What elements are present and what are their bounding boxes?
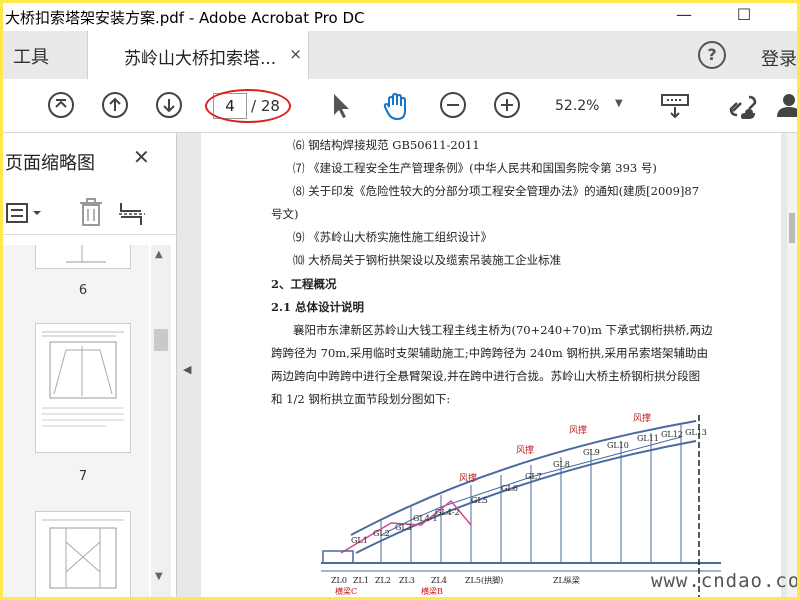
watermark-text: www.cndao.com	[651, 570, 797, 592]
thumbnail-list: 6 7	[3, 245, 149, 597]
segment-label: GL9	[583, 448, 600, 457]
tab-document[interactable]: 苏岭山大桥扣索塔... ×	[87, 31, 309, 79]
sidebar-scroll-thumb[interactable]	[154, 329, 168, 351]
doc-line: ⑻ 关于印发《危险性较大的分部分项工程安全管理办法》的通知(建质[2009]87	[293, 184, 700, 198]
sidebar-title: 页面缩略图	[5, 153, 95, 174]
doc-line: 跨跨径为 70m,采用临时支架辅助施工;中跨跨径为 240m 钢桁拱,采用吊索塔…	[271, 346, 709, 360]
zoom-dropdown-icon[interactable]: ▼	[615, 98, 623, 109]
first-page-icon[interactable]	[47, 91, 75, 119]
page-cut-icon[interactable]	[117, 199, 147, 229]
sidebar-toolbar	[3, 193, 177, 235]
tab-tools[interactable]: 工具	[3, 31, 87, 79]
zoom-level[interactable]: 52.2%	[555, 98, 599, 114]
tab-document-label: 苏岭山大桥扣索塔...	[124, 49, 277, 69]
beam-label: ZL2	[375, 576, 391, 585]
zoom-out-icon[interactable]	[439, 91, 467, 119]
trash-icon[interactable]	[77, 197, 105, 229]
segment-label: GL3	[395, 523, 412, 532]
close-tab-icon[interactable]: ×	[289, 45, 302, 63]
beam-label: ZL0	[331, 576, 347, 585]
login-button[interactable]: 登录	[761, 45, 797, 71]
doc-line: ⑼ 《苏岭山大桥实施性施工组织设计》	[293, 230, 493, 244]
minimize-button[interactable]: —	[661, 3, 707, 31]
scroll-down-icon[interactable]: ▼	[155, 571, 163, 582]
document-scroll-thumb[interactable]	[789, 213, 795, 243]
segment-label: GL6	[501, 484, 518, 493]
doc-line: ⑹ 钢结构焊接规范 GB50611-2011	[293, 138, 480, 152]
diagram-label: 风撑	[569, 424, 587, 436]
segment-label: GL4-2	[435, 508, 460, 517]
beam-label: ZL纵梁	[553, 576, 580, 585]
tab-bar: 工具 苏岭山大桥扣索塔... × ? 登录	[3, 31, 797, 79]
prev-page-icon[interactable]	[101, 91, 129, 119]
segment-label: GL8	[553, 460, 570, 469]
document-area: ⑹ 钢结构焊接规范 GB50611-2011 ⑺ 《建设工程安全生产管理条例》(…	[199, 133, 797, 597]
toolbar: 4 / 28 52.2% ▼	[3, 79, 797, 133]
arch-elevation-diagram: 风撑 风撑 风撑 风撑 GL1 GL2 GL3 GL4-1 GL4-2 GL5 …	[321, 412, 721, 597]
doc-line: 两边跨向中跨跨中进行全悬臂架设,并在跨中进行合拢。苏岭山大桥主桥钢桁拱分段图	[271, 369, 701, 383]
hand-tool-icon[interactable]	[381, 91, 413, 123]
maximize-button[interactable]: ☐	[721, 3, 767, 31]
thumbnail-sidebar: 页面缩略图 ✕ 6 7 ▲ ▼	[3, 133, 177, 597]
select-cursor-icon[interactable]	[329, 91, 353, 121]
segment-label: GL4-1	[413, 514, 438, 523]
crossbeam-label: 横梁B	[421, 586, 443, 596]
red-annotation-ellipse	[205, 89, 291, 123]
window-title: 大桥扣索塔架安装方案.pdf - Adobe Acrobat Pro DC	[5, 9, 365, 27]
subsection-heading: 2.1 总体设计说明	[271, 300, 365, 314]
thumbnail-label: 7	[78, 469, 88, 484]
segment-label: GL11	[637, 434, 659, 443]
segment-label: GL12	[661, 430, 683, 439]
sidebar-toggle[interactable]: ◀	[177, 133, 199, 597]
link-icon[interactable]	[727, 91, 759, 121]
document-scrollbar[interactable]	[787, 133, 797, 597]
zoom-in-icon[interactable]	[493, 91, 521, 119]
beam-label: ZL5(拱脚)	[465, 575, 503, 585]
thumbnail-options-icon[interactable]	[5, 201, 45, 225]
collapse-arrow-icon[interactable]: ◀	[183, 363, 191, 376]
section-heading: 2、工程概况	[271, 277, 337, 291]
close-sidebar-icon[interactable]: ✕	[133, 145, 150, 169]
thumbnail-label: 6	[78, 283, 88, 298]
next-page-icon[interactable]	[155, 91, 183, 119]
diagram-label: 风撑	[633, 412, 651, 424]
diagram-label: 风撑	[459, 472, 477, 484]
sidebar-scrollbar[interactable]: ▲ ▼	[151, 245, 171, 597]
crossbeam-label: 横梁C	[335, 586, 357, 596]
segment-label: GL5	[471, 496, 488, 505]
help-icon[interactable]: ?	[698, 41, 726, 69]
segment-label: GL2	[373, 529, 390, 538]
diagram-label: 风撑	[516, 444, 534, 456]
user-icon[interactable]	[775, 91, 797, 121]
doc-line: 襄阳市东津新区苏岭山大钱工程主线主桥为(70+240+70)m 下承式钢桁拱桥,…	[293, 323, 713, 337]
scroll-up-icon[interactable]: ▲	[155, 249, 163, 260]
thumbnail-page-6[interactable]	[35, 245, 131, 269]
read-mode-icon[interactable]	[659, 91, 691, 121]
segment-label: GL7	[525, 472, 542, 481]
segment-label: GL13	[685, 428, 707, 437]
doc-line: ⑽ 大桥局关于钢桁拱架设以及缆索吊装施工企业标准	[293, 253, 562, 267]
beam-label: ZL3	[399, 576, 415, 585]
doc-line: 号文)	[271, 207, 299, 221]
doc-line: ⑺ 《建设工程安全生产管理条例》(中华人民共和国国务院令第 393 号)	[293, 161, 657, 175]
thumbnail-page-7[interactable]	[35, 323, 131, 453]
segment-label: GL10	[607, 441, 629, 450]
app-window: 大桥扣索塔架安装方案.pdf - Adobe Acrobat Pro DC — …	[3, 3, 797, 597]
beam-label: ZL1	[353, 576, 369, 585]
thumbnail-page-8[interactable]	[35, 511, 131, 597]
pdf-page: ⑹ 钢结构焊接规范 GB50611-2011 ⑺ 《建设工程安全生产管理条例》(…	[201, 133, 781, 597]
beam-label: ZL4	[431, 576, 447, 585]
title-bar: 大桥扣索塔架安装方案.pdf - Adobe Acrobat Pro DC — …	[3, 3, 797, 31]
segment-label: GL1	[351, 536, 368, 545]
